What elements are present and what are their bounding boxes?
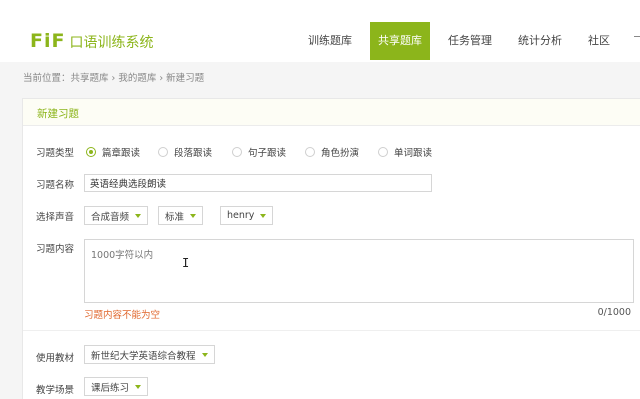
type-option-label: 单词跟读 xyxy=(394,148,433,159)
voice-label: 选择声音 xyxy=(36,212,75,223)
logo-mark: FiF xyxy=(30,30,66,52)
nav-item-task-management[interactable]: 任务管理 xyxy=(440,22,500,60)
type-radio-paragraph[interactable]: 段落跟读 xyxy=(158,145,212,159)
content-label: 习题内容 xyxy=(36,244,75,255)
logo[interactable]: FiF 口语训练系统 xyxy=(30,30,153,52)
panel-header xyxy=(23,99,640,126)
content-error-message: 习题内容不能为空 xyxy=(84,310,161,321)
type-radio-passage[interactable]: 篇章跟读 xyxy=(86,145,140,159)
scene-select[interactable]: 课后练习 xyxy=(84,377,149,396)
caret-down-icon xyxy=(260,213,267,218)
voice-source-select[interactable]: 合成音频 xyxy=(84,206,149,225)
main-nav: 训练题库 共享题库 任务管理 统计分析 社区 xyxy=(300,22,628,62)
type-option-label: 篇章跟读 xyxy=(102,148,141,159)
name-label: 习题名称 xyxy=(36,180,75,191)
logo-title: 口语训练系统 xyxy=(69,35,154,51)
type-radio-role-play[interactable]: 角色扮演 xyxy=(305,145,359,159)
textbook-value: 新世纪大学英语综合教程 xyxy=(91,350,196,362)
scene-label: 教学场景 xyxy=(36,385,75,396)
voice-name-select[interactable]: henry xyxy=(220,206,274,225)
text-cursor-icon: I xyxy=(182,256,190,270)
radio-unchecked-icon xyxy=(378,147,388,157)
nav-item-shared-bank[interactable]: 共享题库 xyxy=(370,22,430,60)
radio-unchecked-icon xyxy=(305,147,315,157)
section-divider xyxy=(23,330,640,331)
exercise-content-textarea[interactable] xyxy=(84,239,634,303)
type-radio-word[interactable]: 单词跟读 xyxy=(378,145,432,159)
type-option-label: 角色扮演 xyxy=(321,148,360,159)
caret-down-icon xyxy=(135,213,142,218)
content-char-counter: 0/1000 xyxy=(597,307,631,318)
caret-down-icon xyxy=(190,213,197,218)
panel-title: 新建习题 xyxy=(37,108,79,120)
nav-item-training-bank[interactable]: 训练题库 xyxy=(300,22,360,60)
voice-name-value: henry xyxy=(227,210,255,221)
voice-speed-select[interactable]: 标准 xyxy=(158,206,204,225)
radio-unchecked-icon xyxy=(158,147,168,157)
nav-overflow-indicator xyxy=(634,36,640,37)
caret-down-icon xyxy=(135,384,142,389)
nav-item-statistics[interactable]: 统计分析 xyxy=(510,22,570,60)
nav-item-community[interactable]: 社区 xyxy=(580,22,618,60)
exercise-name-input[interactable] xyxy=(84,174,432,192)
voice-source-value: 合成音频 xyxy=(91,211,130,223)
top-bar: FiF 口语训练系统 训练题库 共享题库 任务管理 统计分析 社区 xyxy=(0,0,640,62)
radio-unchecked-icon xyxy=(232,147,242,157)
type-label: 习题类型 xyxy=(36,148,75,159)
scene-value: 课后练习 xyxy=(91,382,130,394)
type-option-label: 句子跟读 xyxy=(248,148,287,159)
radio-checked-icon xyxy=(86,147,96,157)
breadcrumb: 当前位置：共享题库 › 我的题库 › 新建习题 xyxy=(23,73,205,84)
voice-speed-value: 标准 xyxy=(165,211,185,223)
caret-down-icon xyxy=(201,352,208,357)
textbook-label: 使用教材 xyxy=(36,353,75,364)
type-option-label: 段落跟读 xyxy=(174,148,213,159)
new-exercise-panel: 新建习题 习题类型 篇章跟读 段落跟读 句子跟读 角色扮演 单词跟读 习题名称 … xyxy=(22,98,640,399)
textbook-select[interactable]: 新世纪大学英语综合教程 xyxy=(84,345,215,364)
type-radio-sentence[interactable]: 句子跟读 xyxy=(232,145,286,159)
